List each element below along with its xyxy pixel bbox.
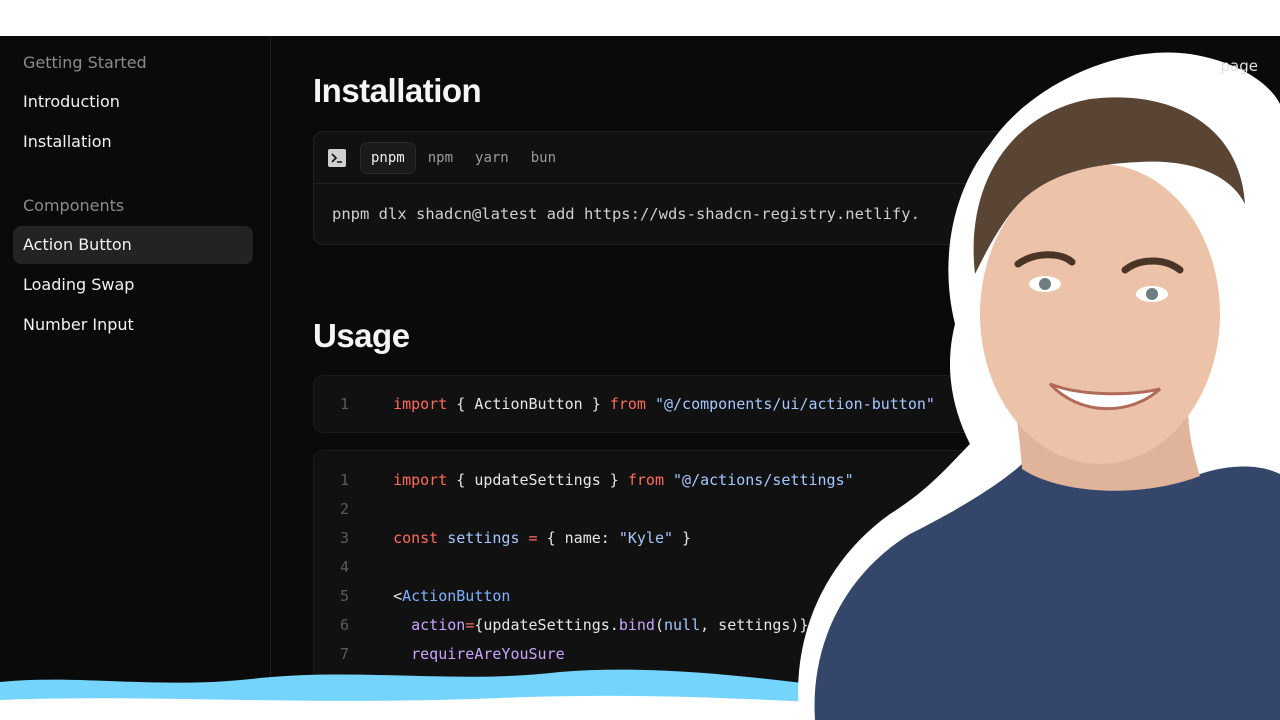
- sidebar-item-installation[interactable]: Installation: [13, 123, 253, 161]
- presenter-photo: [798, 52, 1280, 720]
- sidebar-item-introduction[interactable]: Introduction: [13, 83, 253, 121]
- tab-bun[interactable]: bun: [521, 143, 566, 173]
- sidebar: Getting Started Introduction Installatio…: [0, 36, 271, 720]
- tab-pnpm[interactable]: pnpm: [360, 141, 416, 174]
- sidebar-item-action-button[interactable]: Action Button: [13, 226, 253, 264]
- tab-npm[interactable]: npm: [418, 143, 463, 173]
- sidebar-item-number-input[interactable]: Number Input: [13, 306, 253, 344]
- top-torn-edge: [0, 0, 1280, 40]
- on-this-page-hint[interactable]: page: [1221, 57, 1258, 75]
- installation-heading: Installation: [313, 72, 482, 109]
- usage-heading: Usage: [313, 317, 410, 354]
- sidebar-group-components: Components: [23, 196, 125, 215]
- sidebar-item-loading-swap[interactable]: Loading Swap: [13, 266, 253, 304]
- sidebar-group-getting-started: Getting Started: [23, 53, 147, 72]
- tab-yarn[interactable]: yarn: [465, 143, 519, 173]
- terminal-icon: [328, 148, 346, 167]
